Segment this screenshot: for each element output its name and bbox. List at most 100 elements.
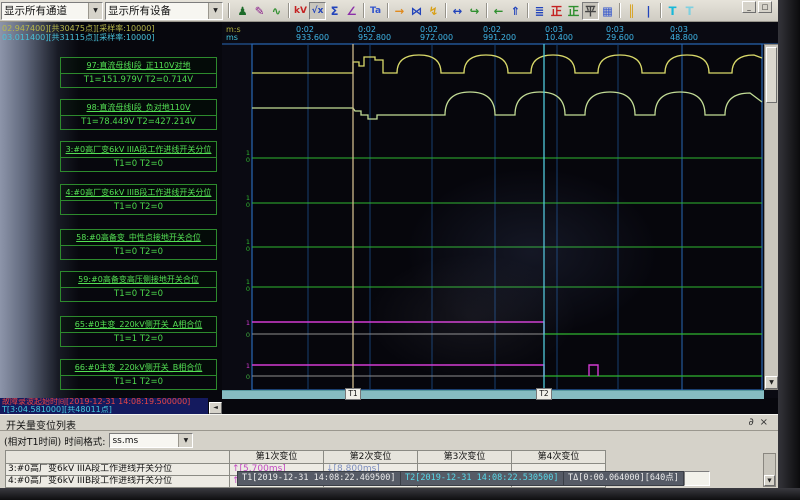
bars-icon[interactable]: ║ — [623, 2, 640, 20]
t2-cursor-icon[interactable]: T — [681, 2, 698, 20]
waveform-vscrollbar[interactable]: ▼ — [764, 44, 779, 390]
polarity-positive-icon[interactable]: 正 — [548, 2, 565, 20]
record-start-time: 故障录波起始时间[2019-12-31 14:08:19.500000] — [0, 398, 208, 406]
waveform-canvas[interactable]: 101010101010 — [222, 22, 788, 398]
table-vscrollbar[interactable]: ▼ — [763, 453, 776, 487]
ta-cursor-icon[interactable]: Ta — [367, 2, 384, 20]
channel-filter-dropdown[interactable]: 显示所有通道 ▼ — [1, 2, 103, 20]
panel-title-bar[interactable]: 开关量变位列表 ∂ × — [0, 415, 778, 431]
toolbar-separator — [619, 3, 620, 18]
toolbar-separator — [363, 3, 364, 18]
device-filter-dropdown[interactable]: 显示所有设备 ▼ — [105, 2, 223, 20]
device-icon[interactable]: ♟ — [234, 2, 251, 20]
timespan-icon[interactable]: ↔ — [449, 2, 466, 20]
status-t1-time: T1[2019-12-31 14:08:22.469500] — [237, 471, 401, 486]
header-col2: 第2次变位 — [323, 450, 418, 464]
close-icon[interactable]: × — [760, 416, 768, 429]
channel-list-icon[interactable]: ≣ — [531, 2, 548, 20]
device-filter-value: 显示所有设备 — [106, 3, 208, 18]
jump-up-icon[interactable]: ⇑ — [507, 2, 524, 20]
time-format-dropdown[interactable]: ss.ms ▼ — [109, 433, 193, 448]
channel-list: 97:直流母线I段_正110V对地T1=151.979V T2=0.714V 98… — [0, 22, 222, 398]
annotate-pen-icon[interactable]: ✎ — [251, 2, 268, 20]
scroll-down-button[interactable]: ▼ — [765, 376, 778, 389]
channel-item-59[interactable]: 59:#0高备变高压侧接地开关合位T1=0 T2=0 — [60, 271, 217, 302]
level-label: 0 — [246, 156, 250, 164]
chevron-down-icon[interactable]: ▼ — [208, 3, 222, 19]
scroll-down-button[interactable]: ▼ — [764, 475, 775, 486]
undo-arrow-icon[interactable]: ← — [490, 2, 507, 20]
cursor-t1-tag[interactable]: T1 — [345, 388, 361, 400]
toolbar: 显示所有通道 ▼ 显示所有设备 ▼ ♟✎∿kV√xΣ∠Ta→⋈↯↔↪←⇑≣正正平… — [0, 0, 778, 22]
channel-item-65[interactable]: 65:#0主变_220kV侧开关_A相合位T1=1 T2=0 — [60, 316, 217, 347]
channel-item-4[interactable]: 4:#0高厂变6kV IIIB段工作进线开关分位T1=0 T2=0 — [60, 184, 217, 215]
channel-item-66[interactable]: 66:#0主变_220kV侧开关_B相合位T1=1 T2=0 — [60, 359, 217, 390]
toolbar-separator — [387, 3, 388, 18]
level-label: 1 — [246, 319, 250, 327]
channel-title[interactable]: 4:#0高厂变6kV IIIB段工作进线开关分位 — [60, 184, 217, 201]
channel-cursor-values: T1=1 T2=0 — [60, 375, 217, 390]
waveform-panel[interactable]: m:s ms 0:02933.600 0:02952.800 0:02972.0… — [222, 22, 778, 398]
level-label: 0 — [246, 245, 250, 253]
time-format-value: ss.ms — [110, 436, 178, 446]
cursor-bar-icon[interactable]: | — [640, 2, 657, 20]
channel-cursor-values: T1=0 T2=0 — [60, 157, 217, 172]
sum-icon[interactable]: Σ — [326, 2, 343, 20]
chevron-down-icon[interactable]: ▼ — [88, 3, 102, 19]
header-col1: 第1次变位 — [229, 450, 324, 464]
compress-time-icon[interactable]: ⋈ — [408, 2, 425, 20]
grid-icon[interactable]: ▦ — [599, 2, 616, 20]
channel-cursor-values: T1=0 T2=0 — [60, 245, 217, 260]
channel-cursor-values: T1=78.449V T2=427.214V — [60, 115, 217, 130]
toolbar-separator — [527, 3, 528, 18]
channel-title[interactable]: 66:#0主变_220kV侧开关_B相合位 — [60, 359, 217, 376]
chevron-down-icon[interactable]: ▼ — [178, 434, 192, 447]
rms-icon[interactable]: √x — [309, 2, 326, 20]
status-t2-time: T2[2019-12-31 14:08:22.530500] — [400, 471, 564, 486]
monitor-bezel — [0, 488, 800, 500]
pin-icon[interactable]: ∂ — [748, 416, 753, 429]
toolbar-separator — [486, 3, 487, 18]
analog-wave-icon[interactable]: ∿ — [268, 2, 285, 20]
level-label: 0 — [246, 285, 250, 293]
scrollbar-thumb[interactable] — [766, 47, 777, 103]
status-blank-field — [684, 471, 710, 486]
kv-scale-icon[interactable]: kV — [292, 2, 309, 20]
channel-cursor-values: T1=1 T2=0 — [60, 332, 217, 347]
phase-angle-icon[interactable]: ∠ — [343, 2, 360, 20]
window-controls: _ □ — [742, 1, 772, 13]
channel-cursor-values: T1=0 T2=0 — [60, 200, 217, 215]
panel-title: 开关量变位列表 — [0, 415, 778, 432]
maximize-button[interactable]: □ — [758, 1, 772, 13]
header-col3: 第3次变位 — [417, 450, 512, 464]
impulse-icon[interactable]: ↯ — [425, 2, 442, 20]
toolbar-icons: ♟✎∿kV√xΣ∠Ta→⋈↯↔↪←⇑≣正正平▦║|TT — [234, 2, 698, 20]
waveform-frame — [252, 44, 762, 390]
channel-cursor-values: T1=151.979V T2=0.714V — [60, 73, 217, 88]
polarity-list-icon[interactable]: 正 — [565, 2, 582, 20]
channel-item-3[interactable]: 3:#0高厂变6kV IIIA段工作进线开关分位T1=0 T2=0 — [60, 141, 217, 172]
return-arrow-icon[interactable]: ↪ — [466, 2, 483, 20]
channel-item-98[interactable]: 98:直流母线I段_负对地110VT1=78.449V T2=427.214V — [60, 99, 217, 130]
toolbar-separator — [288, 3, 289, 18]
channel-title[interactable]: 58:#0高备变_中性点接地开关合位 — [60, 229, 217, 246]
level-icon[interactable]: 平 — [582, 2, 599, 20]
channel-item-58[interactable]: 58:#0高备变_中性点接地开关合位T1=0 T2=0 — [60, 229, 217, 260]
channel-title[interactable]: 98:直流母线I段_负对地110V — [60, 99, 217, 116]
scroll-left-button[interactable]: ◄ — [209, 402, 222, 414]
channel-item-97[interactable]: 97:直流母线I段_正110V对地T1=151.979V T2=0.714V — [60, 57, 217, 88]
level-label: 0 — [246, 373, 250, 381]
channel-title[interactable]: 59:#0高备变高压侧接地开关合位 — [60, 271, 217, 288]
toolbar-separator — [660, 3, 661, 18]
cursor-t2-tag[interactable]: T2 — [536, 388, 552, 400]
minimize-button[interactable]: _ — [742, 1, 756, 13]
channel-title[interactable]: 3:#0高厂变6kV IIIA段工作进线开关分位 — [60, 141, 217, 158]
header-channel — [5, 450, 230, 464]
channel-title[interactable]: 97:直流母线I段_正110V对地 — [60, 57, 217, 74]
record-selection-rows[interactable]: 故障录波起始时间[2019-12-31 14:08:19.500000] T[3… — [0, 398, 208, 414]
channel-title[interactable]: 65:#0主变_220kV侧开关_A相合位 — [60, 316, 217, 333]
jump-arrow-icon[interactable]: → — [391, 2, 408, 20]
t1-cursor-icon[interactable]: T — [664, 2, 681, 20]
waveform-hscrollbar[interactable] — [222, 390, 764, 399]
toolbar-separator — [228, 3, 229, 18]
